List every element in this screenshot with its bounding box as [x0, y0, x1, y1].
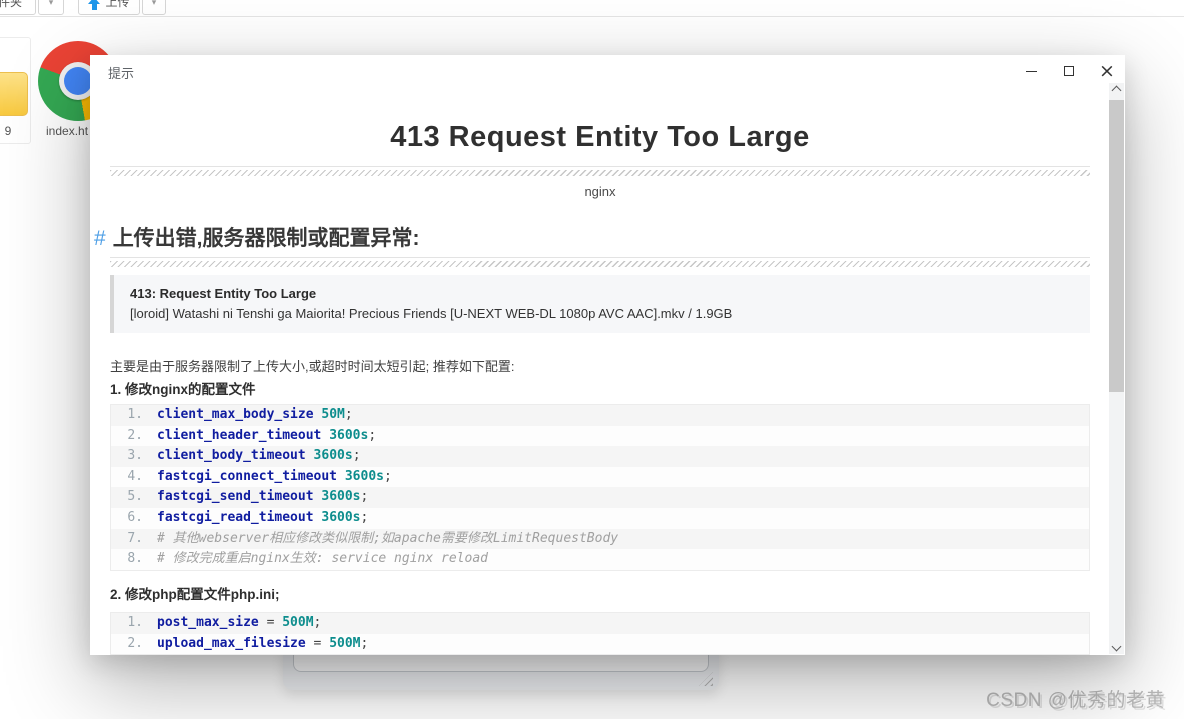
minimize-icon — [1025, 70, 1037, 72]
blockquote: 413: Request Entity Too Large [loroid] W… — [110, 275, 1090, 333]
code-block-2: 1. post_max_size = 500M; 2. upload_max_file… — [110, 612, 1090, 655]
line-number: 1. — [127, 615, 143, 630]
line-number: 1. — [127, 407, 143, 422]
maximize-button[interactable] — [1054, 60, 1084, 82]
code-text: upload_max_filesize = 500M; — [157, 635, 369, 651]
divider — [110, 257, 1090, 267]
dialog-window: 提示 × 413 Request Entity Too Large nginx … — [90, 55, 1125, 655]
folder-icon — [0, 72, 28, 116]
code-line: 1. post_max_size = 500M; — [111, 613, 1089, 634]
dialog-content: 413 Request Entity Too Large nginx # 上传出错… — [94, 55, 1090, 655]
line-number: 4. — [127, 468, 143, 484]
scrollbar[interactable] — [1109, 83, 1124, 654]
code-line: 3. client_body_timeout 3600s; — [111, 446, 1089, 467]
new-folder-dropdown-button[interactable]: ▾ — [38, 0, 64, 15]
scroll-up-icon[interactable] — [1111, 85, 1122, 96]
line-number: 2. — [127, 635, 143, 651]
code-text: fastcgi_read_timeout 3600s; — [157, 509, 369, 525]
code-line: 4. fastcgi_connect_timeout 3600s; — [111, 466, 1089, 488]
upload-arrow-icon — [88, 0, 101, 10]
file-manager-toolbar: 件夹 ▾ 上传 ▾ — [0, 0, 1184, 17]
watermark: CSDN @优秀的老黄 — [986, 690, 1165, 711]
scroll-down-icon[interactable] — [1111, 641, 1122, 652]
scrollbar-thumb[interactable] — [1109, 100, 1124, 392]
line-number: 6. — [127, 509, 143, 525]
intro-text: 主要是由于服务器限制了上传大小,或超时时间太短引起; 推荐如下配置: — [110, 359, 515, 374]
divider — [110, 166, 1090, 176]
code-line: 8. # 修改完成重启nginx生效: service nginx reload — [111, 549, 1089, 570]
quote-body: [loroid] Watashi ni Tenshi ga Maiorita! … — [130, 306, 733, 321]
code-line: 2. upload_max_filesize = 500M; — [111, 633, 1089, 655]
section-heading: # 上传出错,服务器限制或配置异常: — [94, 222, 420, 252]
code-line: 6. fastcgi_read_timeout 3600s; — [111, 507, 1089, 529]
code-text: client_header_timeout 3600s; — [157, 427, 377, 443]
server-name: nginx — [584, 184, 616, 199]
quote-title: 413: Request Entity Too Large — [130, 286, 317, 301]
line-number: 5. — [127, 489, 143, 505]
minimize-button[interactable] — [1016, 60, 1046, 82]
line-number: 3. — [127, 448, 143, 464]
error-title: 413 Request Entity Too Large — [390, 121, 810, 153]
chevron-down-icon: ▾ — [151, 0, 157, 7]
code-text: post_max_size = 500M; — [157, 615, 322, 630]
upload-button[interactable]: 上传 — [78, 0, 140, 15]
section-heading-text: 上传出错,服务器限制或配置异常: — [112, 227, 420, 250]
hash-anchor-icon[interactable]: # — [94, 227, 106, 250]
code-text: fastcgi_send_timeout 3600s; — [157, 489, 369, 505]
code-line: 7. # 其他webserver相应修改类似限制;如apache需要修改Limit… — [111, 528, 1089, 550]
new-folder-button[interactable]: 件夹 — [0, 0, 36, 15]
chevron-down-icon: ▾ — [48, 0, 54, 7]
chrome-icon-core — [64, 67, 92, 95]
maximize-icon — [1064, 66, 1074, 76]
step2-title: 2. 修改php配置文件php.ini; — [110, 587, 280, 602]
window-controls: × — [1016, 60, 1122, 82]
line-number: 8. — [127, 551, 143, 567]
code-line: 1. client_max_body_size 50M; — [111, 405, 1089, 426]
line-number: 2. — [127, 427, 143, 443]
close-icon: × — [1099, 59, 1115, 82]
code-line: 2. client_header_timeout 3600s; — [111, 425, 1089, 447]
file-tile-folder-label: 9 — [4, 124, 12, 138]
code-text: client_max_body_size 50M; — [157, 407, 353, 422]
step1-title: 1. 修改nginx的配置文件 — [110, 382, 256, 397]
code-text: fastcgi_connect_timeout 3600s; — [157, 468, 392, 484]
line-number: 7. — [127, 530, 143, 546]
code-text: # 修改完成重启nginx生效: service nginx reload — [157, 551, 488, 567]
code-block-1: 1. client_max_body_size 50M; 2. client_head… — [110, 404, 1090, 571]
upload-dropdown-button[interactable]: ▾ — [142, 0, 166, 15]
code-line: 5. fastcgi_send_timeout 3600s; — [111, 487, 1089, 508]
code-text: # 其他webserver相应修改类似限制;如apache需要修改LimitRe… — [157, 530, 619, 546]
code-text: client_body_timeout 3600s; — [157, 448, 361, 464]
close-button[interactable]: × — [1092, 60, 1122, 82]
new-folder-button-label: 件夹 — [0, 0, 22, 9]
upload-button-label: 上传 — [105, 0, 130, 9]
